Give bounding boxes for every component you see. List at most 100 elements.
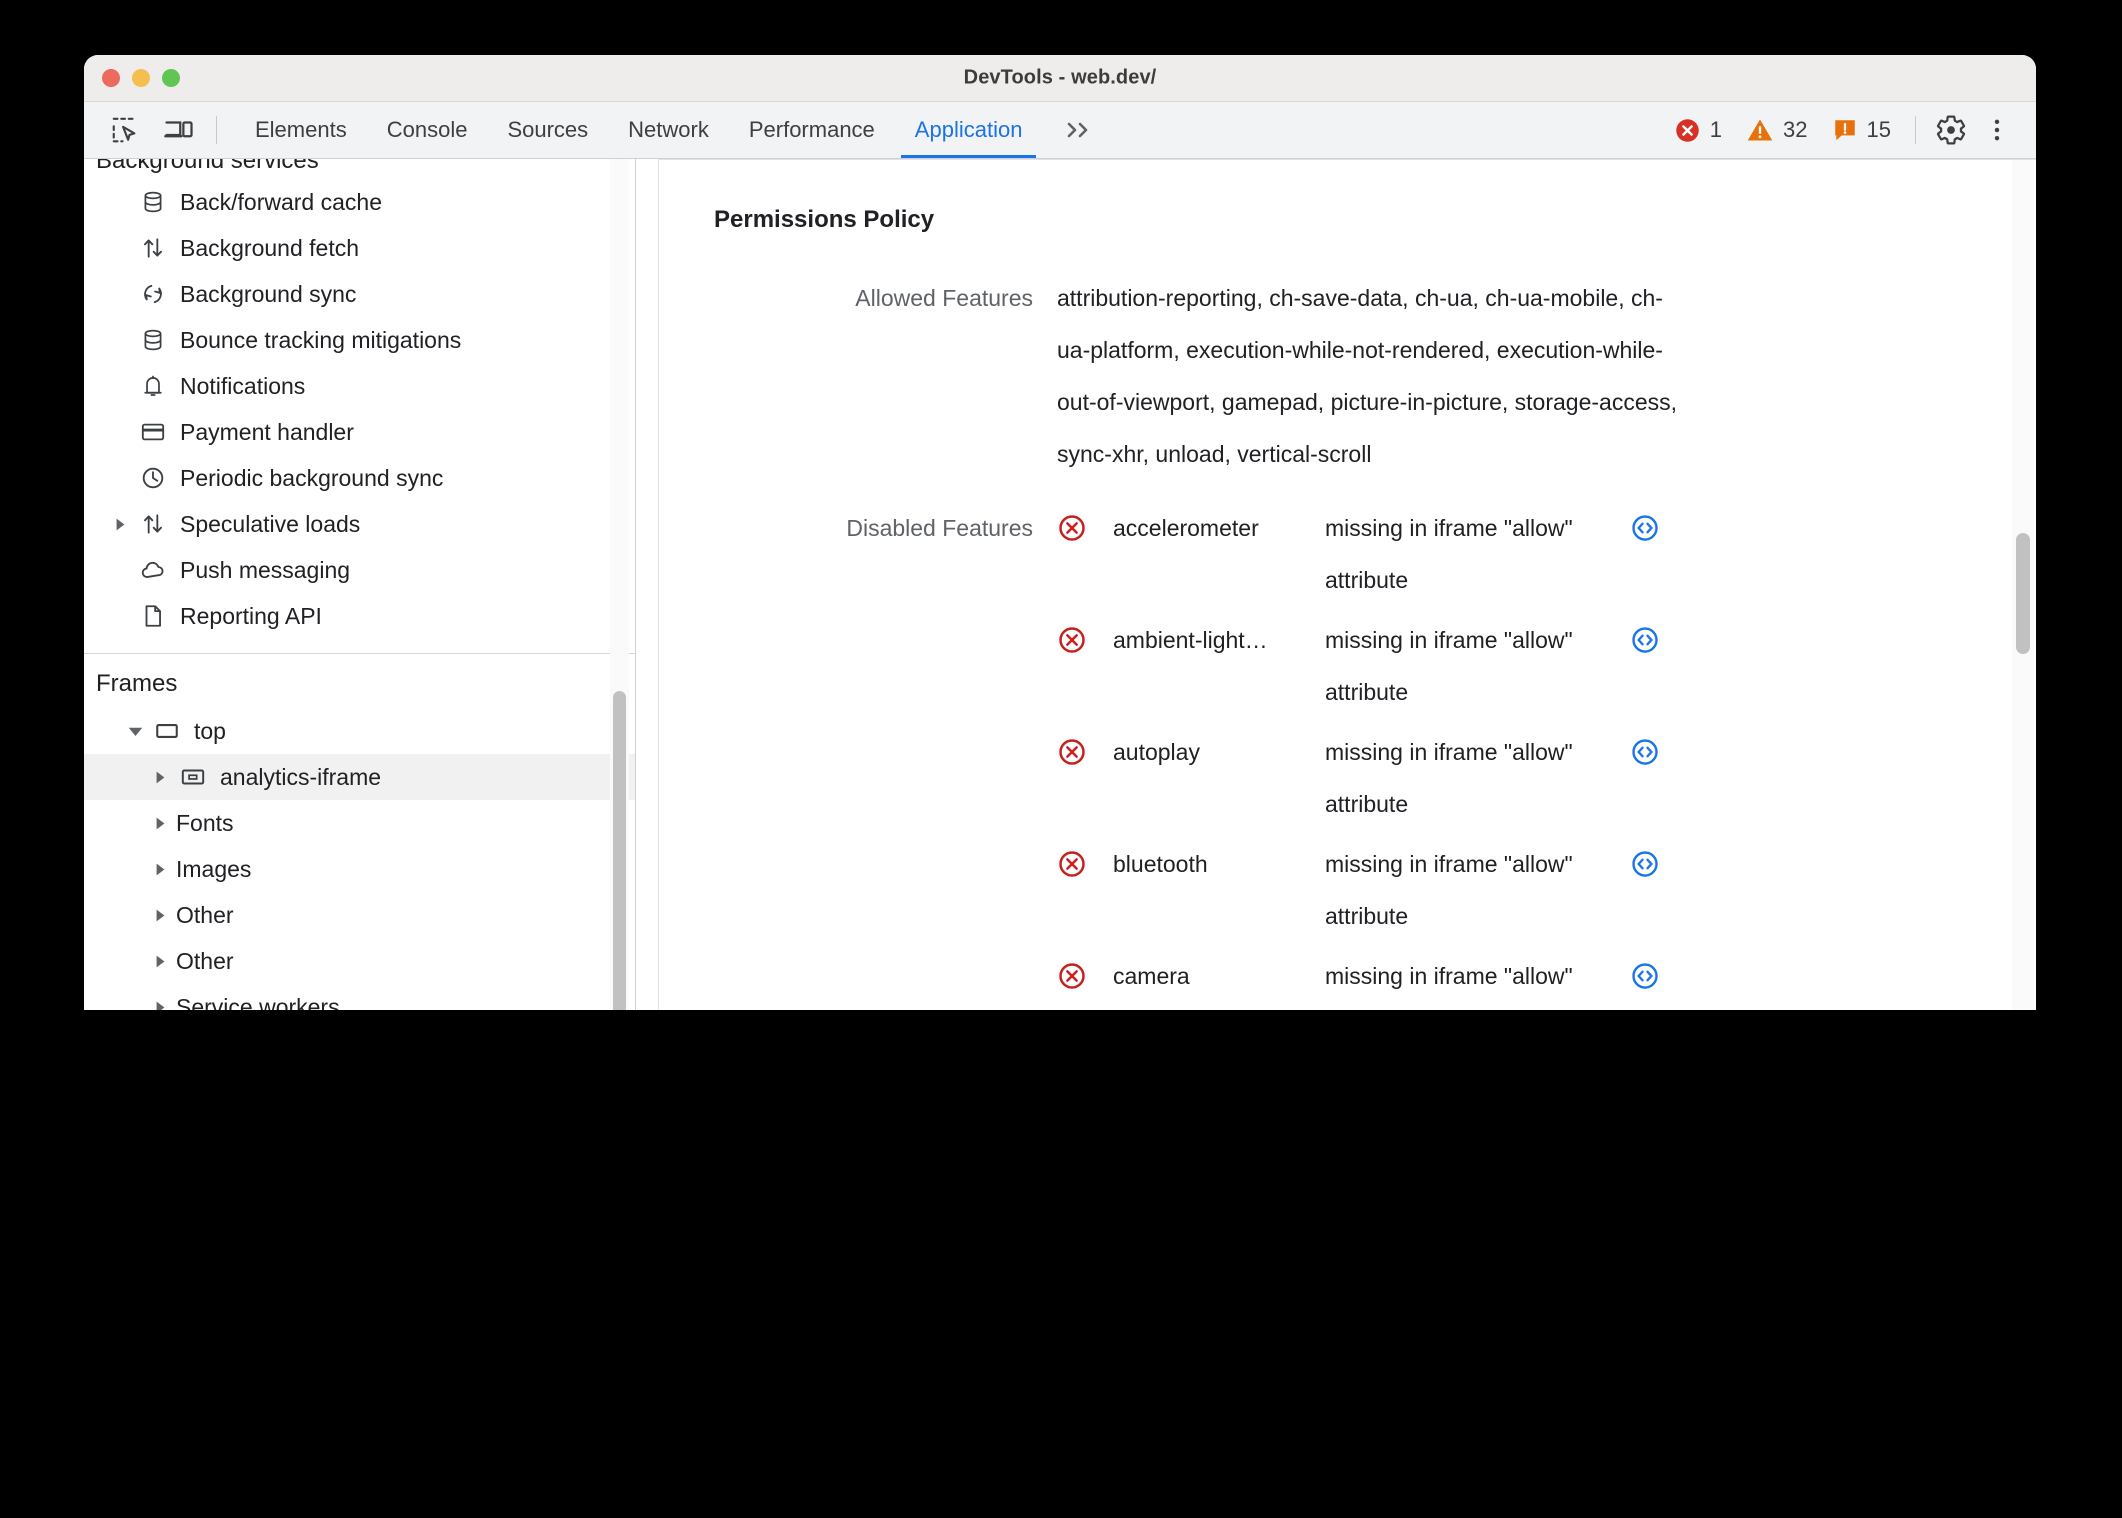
sidebar-item-label: analytics-iframe <box>220 763 382 790</box>
inspect-element-button[interactable] <box>98 102 152 158</box>
chevron-right-icon[interactable] <box>154 909 176 922</box>
error-circle-x-icon <box>1057 838 1113 890</box>
frame-icon <box>150 718 184 744</box>
tab-console-label: Console <box>386 117 468 142</box>
sidebar-item-label: Fonts <box>176 809 234 836</box>
toolbar-right-group: 1 32 15 <box>1662 102 2036 158</box>
code-brackets-icon[interactable] <box>1615 502 1675 554</box>
disabled-feature-name: autoplay <box>1113 739 1200 765</box>
sidebar-item-label: Push messaging <box>180 556 351 583</box>
sidebar-item-label: Periodic background sync <box>180 464 444 491</box>
sidebar-item-reporting-api[interactable]: Reporting API <box>84 593 635 639</box>
allowed-features-value: attribution-reporting, ch-save-data, ch-… <box>1057 285 1678 467</box>
sidebar-item-background-sync[interactable]: Background sync <box>84 271 635 317</box>
issue-exclamation-icon <box>1832 117 1858 143</box>
panel-content: Permissions Policy Allowed Features attr… <box>659 160 2036 1010</box>
device-toolbar-button[interactable] <box>152 102 206 158</box>
sidebar-item-frame-other-2[interactable]: Other <box>84 938 635 984</box>
sidebar-scrollbar-thumb[interactable] <box>613 691 626 1010</box>
database-icon <box>136 189 170 215</box>
tab-sources-label: Sources <box>507 117 589 142</box>
disabled-features-label: Disabled Features <box>846 515 1033 541</box>
chevron-right-icon[interactable] <box>154 817 176 830</box>
chevron-right-icon[interactable] <box>114 518 136 531</box>
more-options-button[interactable] <box>1974 107 2020 153</box>
issues-counter[interactable]: 15 <box>1820 117 1903 143</box>
error-count: 1 <box>1709 117 1723 142</box>
sidebar-item-label: Service workers <box>176 993 340 1011</box>
sidebar-item-notifications[interactable]: Notifications <box>84 363 635 409</box>
sidebar-item-bounce-tracking-mitigations[interactable]: Bounce tracking mitigations <box>84 317 635 363</box>
toolbar-divider <box>216 116 217 144</box>
tab-application[interactable]: Application <box>895 102 1043 158</box>
disabled-features-list: accelerometer missing in iframe "allow" … <box>1057 502 1675 1010</box>
code-brackets-icon[interactable] <box>1615 614 1675 666</box>
chevron-right-icon[interactable] <box>154 955 176 968</box>
tab-console[interactable]: Console <box>367 102 488 158</box>
sidebar-item-label: Other <box>176 901 234 928</box>
disabled-features-row: Disabled Features accelerometer missing … <box>714 502 2036 1010</box>
disabled-feature-reason: missing in iframe "allow" attribute <box>1325 963 1573 989</box>
arrows-up-down-icon <box>136 511 170 537</box>
sidebar-item-periodic-background-sync[interactable]: Periodic background sync <box>84 455 635 501</box>
more-tabs-button[interactable] <box>1042 102 1116 158</box>
chevron-down-icon[interactable] <box>128 724 150 739</box>
sidebar-item-frame-other-1[interactable]: Other <box>84 892 635 938</box>
disabled-feature-reason: missing in iframe "allow" attribute <box>1325 851 1573 929</box>
sidebar-item-label: Bounce tracking mitigations <box>180 326 462 353</box>
disabled-feature-row: bluetooth missing in iframe "allow" attr… <box>1057 838 1675 942</box>
warning-counter[interactable]: 32 <box>1734 116 1819 144</box>
chevron-right-icon[interactable] <box>154 1001 176 1010</box>
warning-triangle-icon <box>1746 116 1774 144</box>
disabled-feature-row: camera missing in iframe "allow" attribu… <box>1057 950 1675 1010</box>
sidebar-item-back-forward-cache[interactable]: Back/forward cache <box>84 179 635 225</box>
sidebar-item-frame-top[interactable]: top <box>84 708 635 754</box>
tab-sources[interactable]: Sources <box>487 102 608 158</box>
gear-icon <box>1935 114 1967 146</box>
code-brackets-icon[interactable] <box>1615 950 1675 1002</box>
sidebar-item-payment-handler[interactable]: Payment handler <box>84 409 635 455</box>
disabled-feature-name: bluetooth <box>1113 851 1208 877</box>
sidebar-item-label: top <box>194 717 226 744</box>
sidebar-item-frame-analytics-iframe[interactable]: analytics-iframe <box>84 754 635 800</box>
error-circle-icon <box>1674 117 1701 144</box>
cloud-icon <box>136 557 170 583</box>
warning-count: 32 <box>1783 117 1808 142</box>
tab-application-label: Application <box>914 117 1023 142</box>
code-brackets-icon[interactable] <box>1615 726 1675 778</box>
panel-scrollbar-thumb[interactable] <box>2016 533 2030 654</box>
settings-button[interactable] <box>1928 107 1974 153</box>
disabled-feature-row: autoplay missing in iframe "allow" attri… <box>1057 726 1675 830</box>
tab-performance-label: Performance <box>748 117 875 142</box>
sidebar-item-frame-fonts[interactable]: Fonts <box>84 800 635 846</box>
arrows-up-down-icon <box>136 235 170 261</box>
code-brackets-icon[interactable] <box>1615 838 1675 890</box>
sidebar-item-background-fetch[interactable]: Background fetch <box>84 225 635 271</box>
application-sidebar: Background services Back/forward cache B… <box>84 159 636 1010</box>
tab-performance[interactable]: Performance <box>729 102 895 158</box>
error-counter[interactable]: 1 <box>1662 117 1734 144</box>
disabled-feature-reason: missing in iframe "allow" attribute <box>1325 627 1573 705</box>
devtools-window: DevTools - web.dev/ Elements Console Sou… <box>84 55 2036 1010</box>
chevron-right-icon[interactable] <box>154 771 176 784</box>
disabled-feature-name: accelerometer <box>1113 515 1259 541</box>
allowed-features-label: Allowed Features <box>855 285 1033 311</box>
sidebar-section-background-services: Background services <box>96 159 319 174</box>
chevron-right-icon[interactable] <box>154 863 176 876</box>
allowed-features-row: Allowed Features attribution-reporting, … <box>714 272 2036 480</box>
device-toolbar-icon <box>164 115 194 145</box>
tab-elements-label: Elements <box>255 117 347 142</box>
panel-tabs: Elements Console Sources Network Perform… <box>235 102 1042 158</box>
tab-elements[interactable]: Elements <box>235 102 367 158</box>
sidebar-item-label: Background sync <box>180 280 357 307</box>
error-circle-x-icon <box>1057 614 1113 666</box>
sidebar-scroll-content: Background services Back/forward cache B… <box>84 159 635 1010</box>
sidebar-item-label: Notifications <box>180 372 306 399</box>
sidebar-item-frame-images[interactable]: Images <box>84 846 635 892</box>
sidebar-item-push-messaging[interactable]: Push messaging <box>84 547 635 593</box>
tab-network[interactable]: Network <box>608 102 729 158</box>
sidebar-item-speculative-loads[interactable]: Speculative loads <box>84 501 635 547</box>
toolbar-divider-right <box>1915 116 1916 144</box>
sidebar-item-frame-service-workers[interactable]: Service workers <box>84 984 635 1010</box>
sidebar-section-frames: Frames <box>96 670 178 697</box>
